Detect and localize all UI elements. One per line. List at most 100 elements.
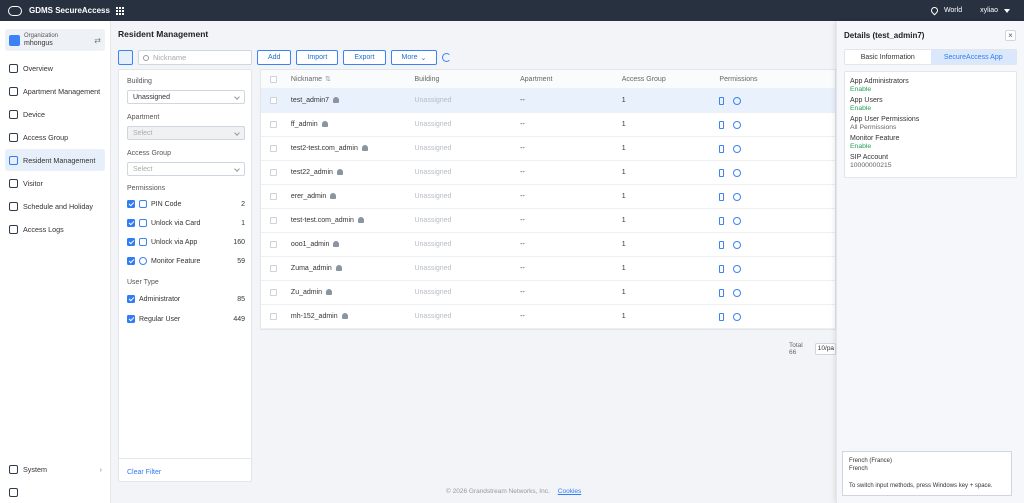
row-checkbox[interactable] — [270, 289, 277, 296]
phone-icon — [719, 192, 725, 201]
organization-name: mhongus — [24, 40, 53, 47]
table-row[interactable]: mh-152_admin Unassigned -- 1 — [261, 305, 835, 329]
table-row[interactable]: test_admin7 Unassigned -- 1 — [261, 89, 835, 113]
access-group-label: Access Group — [127, 150, 171, 157]
monitor-icon — [139, 257, 147, 265]
tab-basic-information[interactable]: Basic Information — [845, 50, 931, 64]
apartment-select[interactable]: Select — [127, 126, 245, 140]
row-checkbox[interactable] — [270, 217, 277, 224]
more-button[interactable]: More ⌄ — [390, 50, 438, 65]
table-header: Nickname ⇅ Building Apartment Access Grou… — [261, 70, 835, 89]
nickname-cell: mh-152_admin — [290, 313, 338, 320]
access-group-cell: 1 — [621, 169, 626, 176]
monitor-icon — [733, 288, 742, 297]
table-row[interactable]: ooo1_admin Unassigned -- 1 — [261, 233, 835, 257]
building-select[interactable]: Unassigned — [127, 90, 245, 104]
table-row[interactable]: Zuma_admin Unassigned -- 1 — [261, 257, 835, 281]
sidebar-item-schedule-and-holiday[interactable]: Schedule and Holiday — [5, 195, 105, 217]
user-icon — [321, 121, 328, 127]
select-all-checkbox[interactable] — [270, 75, 277, 83]
apartment-cell: -- — [520, 97, 525, 104]
sidebar-item-device[interactable]: Device — [5, 103, 105, 125]
organization-icon — [9, 34, 20, 46]
sort-icon[interactable]: ⇅ — [325, 76, 331, 83]
sidebar-item-visitor[interactable]: Visitor — [5, 172, 105, 194]
row-checkbox[interactable] — [270, 265, 277, 272]
cookies-link[interactable]: Cookies — [558, 488, 581, 495]
column-nickname[interactable]: Nickname ⇅ — [291, 75, 415, 83]
sidebar-item-apartment-management[interactable]: Apartment Management — [5, 80, 105, 102]
sidebar-item-overview[interactable]: Overview — [5, 57, 105, 79]
checkbox-checked[interactable] — [127, 257, 135, 265]
table-row[interactable]: Zu_admin Unassigned -- 1 — [261, 281, 835, 305]
checkbox-checked[interactable] — [127, 219, 135, 227]
organization-switcher[interactable]: Organization mhongus ⇄ — [5, 29, 105, 51]
sidebar: Organization mhongus ⇄ Overview Apartmen… — [0, 21, 111, 503]
permission-filter-app[interactable]: Unlock via App 160 — [127, 238, 245, 246]
phone-icon — [139, 238, 147, 246]
search-input[interactable]: Nickname — [138, 50, 252, 65]
sidebar-item-access-group[interactable]: Access Group — [5, 126, 105, 148]
user-type-filter-administrator[interactable]: Administrator 85 — [127, 295, 245, 303]
tab-secureaccess-app[interactable]: SecureAccess App — [930, 50, 1016, 64]
row-checkbox[interactable] — [270, 97, 277, 104]
refresh-icon[interactable] — [442, 53, 452, 62]
checkbox-checked[interactable] — [127, 200, 135, 208]
apps-grid-icon[interactable] — [115, 6, 124, 15]
user-type-filter-regular[interactable]: Regular User 449 — [127, 315, 245, 323]
row-checkbox[interactable] — [270, 145, 277, 152]
sidebar-item-system[interactable]: System › — [5, 458, 106, 480]
main-content: Resident Management Nickname Add Import … — [111, 21, 836, 503]
checkbox-checked[interactable] — [127, 315, 135, 323]
permission-count: 2 — [241, 200, 245, 208]
apartment-cell: -- — [520, 193, 525, 200]
export-button[interactable]: Export — [343, 50, 386, 65]
phone-icon — [719, 240, 725, 249]
user-icon — [357, 217, 364, 223]
sidebar-item-resident-management[interactable]: Resident Management — [5, 149, 105, 171]
permission-filter-pin-code[interactable]: PIN Code 2 — [127, 200, 245, 208]
swap-icon[interactable]: ⇄ — [94, 36, 101, 45]
user-icon — [336, 169, 343, 175]
checkbox-checked[interactable] — [127, 295, 135, 303]
access-group-cell: 1 — [621, 145, 626, 152]
collapse-sidebar-button[interactable] — [5, 481, 106, 503]
add-button[interactable]: Add — [257, 50, 292, 65]
table-row[interactable]: ff_admin Unassigned -- 1 — [261, 113, 835, 137]
row-checkbox[interactable] — [270, 313, 277, 320]
chevron-down-icon[interactable] — [1004, 8, 1010, 13]
filter-toggle-button[interactable] — [118, 50, 133, 65]
location-pin-icon[interactable] — [929, 5, 940, 16]
close-icon[interactable]: × — [1005, 29, 1016, 41]
table-row[interactable]: test-test.com_admin Unassigned -- 1 — [261, 209, 835, 233]
sidebar-item-access-logs[interactable]: Access Logs — [5, 218, 105, 240]
user-icon — [341, 313, 348, 319]
ime-keyboard: French — [849, 466, 868, 472]
region-selector[interactable]: World — [944, 7, 962, 14]
table-row[interactable]: erer_admin Unassigned -- 1 — [261, 185, 835, 209]
row-checkbox[interactable] — [270, 241, 277, 248]
clear-filter-link[interactable]: Clear Filter — [127, 469, 161, 476]
checkbox-checked[interactable] — [127, 238, 135, 246]
table-row[interactable]: test2-test.com_admin Unassigned -- 1 — [261, 137, 835, 161]
building-cell: Unassigned — [414, 265, 452, 272]
apartment-icon — [9, 86, 18, 96]
input-method-tooltip: French (France) French To switch input m… — [842, 451, 1012, 496]
row-checkbox[interactable] — [270, 193, 277, 200]
table-row[interactable]: test22_admin Unassigned -- 1 — [261, 161, 835, 185]
detail-field-value: Enable — [850, 105, 872, 112]
import-button[interactable]: Import — [296, 50, 339, 65]
access-group-select[interactable]: Select — [127, 162, 245, 176]
permission-filter-card[interactable]: Unlock via Card 1 — [127, 219, 245, 227]
row-checkbox[interactable] — [270, 121, 277, 128]
permission-filter-monitor[interactable]: Monitor Feature 59 — [127, 257, 245, 265]
nickname-cell: Zu_admin — [290, 289, 323, 296]
user-type-text: Regular User — [139, 315, 181, 323]
user-type-count: 85 — [237, 295, 245, 303]
page-size-select[interactable]: 10/pa — [814, 343, 836, 355]
permission-label: PIN Code — [151, 200, 182, 208]
row-checkbox[interactable] — [270, 169, 277, 176]
access-group-cell: 1 — [621, 121, 626, 128]
apartment-label: Apartment — [127, 114, 160, 121]
user-menu[interactable]: xyliao — [980, 7, 998, 14]
